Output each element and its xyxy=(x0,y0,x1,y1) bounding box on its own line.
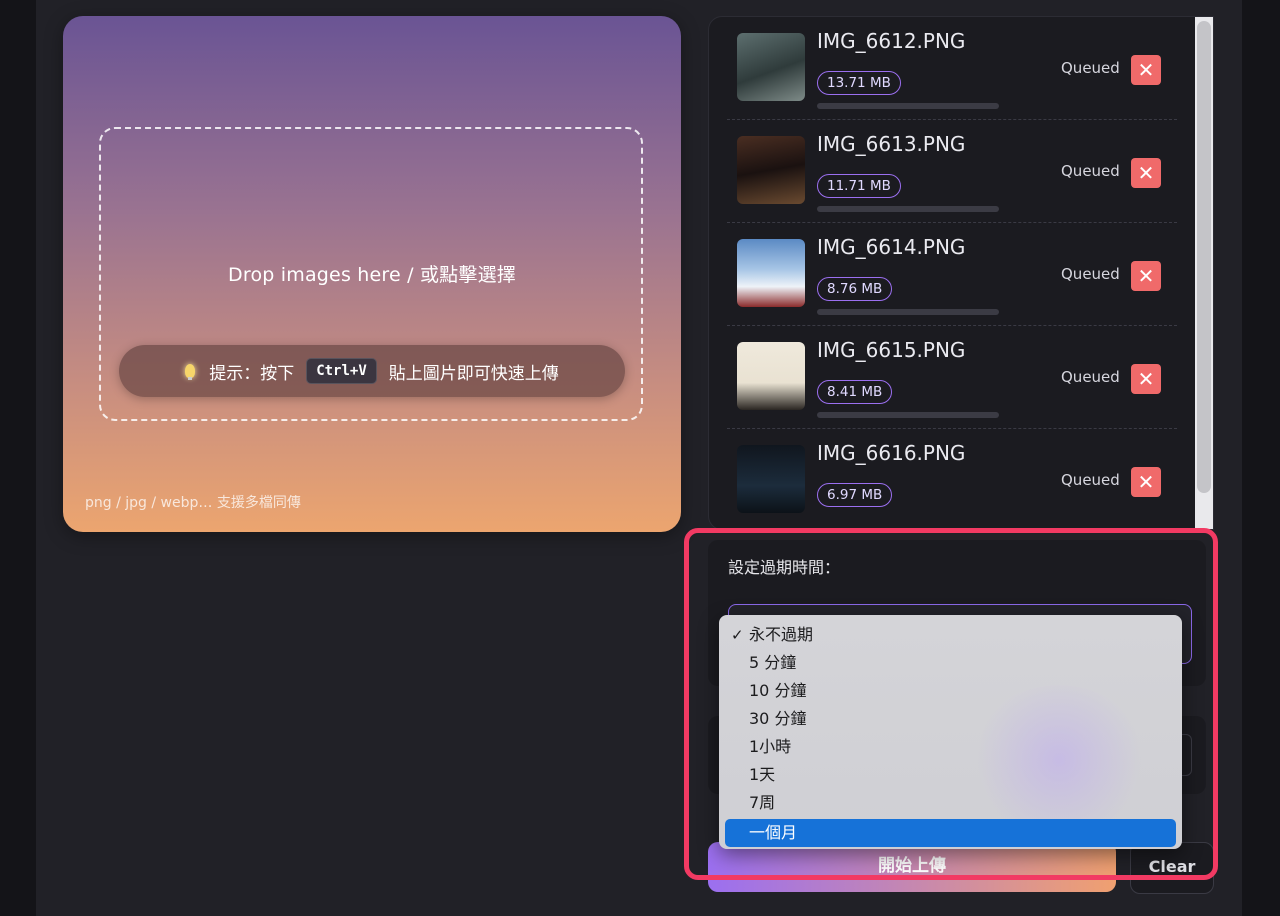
scrollbar-thumb[interactable] xyxy=(1197,21,1211,493)
file-thumbnail xyxy=(737,33,805,101)
file-size-badge: 11.71 MB xyxy=(817,174,901,198)
file-status: Queued xyxy=(1061,265,1120,283)
file-status: Queued xyxy=(1061,368,1120,386)
file-thumbnail xyxy=(737,239,805,307)
file-status: Queued xyxy=(1061,471,1120,489)
remove-file-button[interactable]: ✕ xyxy=(1131,261,1161,291)
close-icon: ✕ xyxy=(1137,58,1155,82)
file-name: IMG_6612.PNG xyxy=(817,29,966,53)
upload-progress-bar xyxy=(817,103,999,109)
shortcut-key: Ctrl+V xyxy=(306,358,377,384)
remove-file-button[interactable]: ✕ xyxy=(1131,158,1161,188)
remove-file-button[interactable]: ✕ xyxy=(1131,364,1161,394)
upload-progress-bar xyxy=(817,309,999,315)
file-thumbnail xyxy=(737,445,805,513)
tip-prefix: 提示：按下 xyxy=(209,363,295,384)
tip-suffix: 貼上圖片即可快速上傳 xyxy=(388,363,559,384)
file-queue-list: IMG_6612.PNG 13.71 MB Queued ✕ IMG_6613.… xyxy=(708,16,1214,530)
file-size-badge: 8.41 MB xyxy=(817,380,893,404)
paste-tip: 提示：按下 Ctrl+V 貼上圖片即可快速上傳 xyxy=(119,345,625,397)
file-name: IMG_6616.PNG xyxy=(817,441,966,465)
file-status: Queued xyxy=(1061,162,1120,180)
file-size-badge: 6.97 MB xyxy=(817,483,893,507)
file-status: Queued xyxy=(1061,59,1120,77)
upload-progress-bar xyxy=(817,412,999,418)
remove-file-button[interactable]: ✕ xyxy=(1131,55,1161,85)
drop-zone-text: Drop images here / 或點擊選擇 xyxy=(228,264,516,286)
file-name: IMG_6615.PNG xyxy=(817,338,966,362)
file-thumbnail xyxy=(737,342,805,410)
file-row: IMG_6613.PNG 11.71 MB Queued ✕ xyxy=(727,120,1177,223)
file-row: IMG_6615.PNG 8.41 MB Queued ✕ xyxy=(727,326,1177,429)
file-size-badge: 13.71 MB xyxy=(817,71,901,95)
close-icon: ✕ xyxy=(1137,470,1155,494)
file-name: IMG_6613.PNG xyxy=(817,132,966,156)
file-row: IMG_6614.PNG 8.76 MB Queued ✕ xyxy=(727,223,1177,326)
file-size-badge: 8.76 MB xyxy=(817,277,893,301)
file-list-scrollbar[interactable] xyxy=(1195,17,1213,529)
file-row: IMG_6612.PNG 13.71 MB Queued ✕ xyxy=(727,17,1177,120)
close-icon: ✕ xyxy=(1137,264,1155,288)
upload-progress-bar xyxy=(817,206,999,212)
file-thumbnail xyxy=(737,136,805,204)
file-name: IMG_6614.PNG xyxy=(817,235,966,259)
remove-file-button[interactable]: ✕ xyxy=(1131,467,1161,497)
lightbulb-icon xyxy=(185,364,196,380)
close-icon: ✕ xyxy=(1137,161,1155,185)
supported-formats: png / jpg / webp… 支援多檔同傳 xyxy=(85,495,301,511)
drop-zone[interactable]: Drop images here / 或點擊選擇 提示：按下 Ctrl+V 貼上… xyxy=(63,16,681,532)
close-icon: ✕ xyxy=(1137,367,1155,391)
highlight-annotation xyxy=(684,528,1218,880)
file-row: IMG_6616.PNG 6.97 MB Queued ✕ xyxy=(727,429,1177,529)
